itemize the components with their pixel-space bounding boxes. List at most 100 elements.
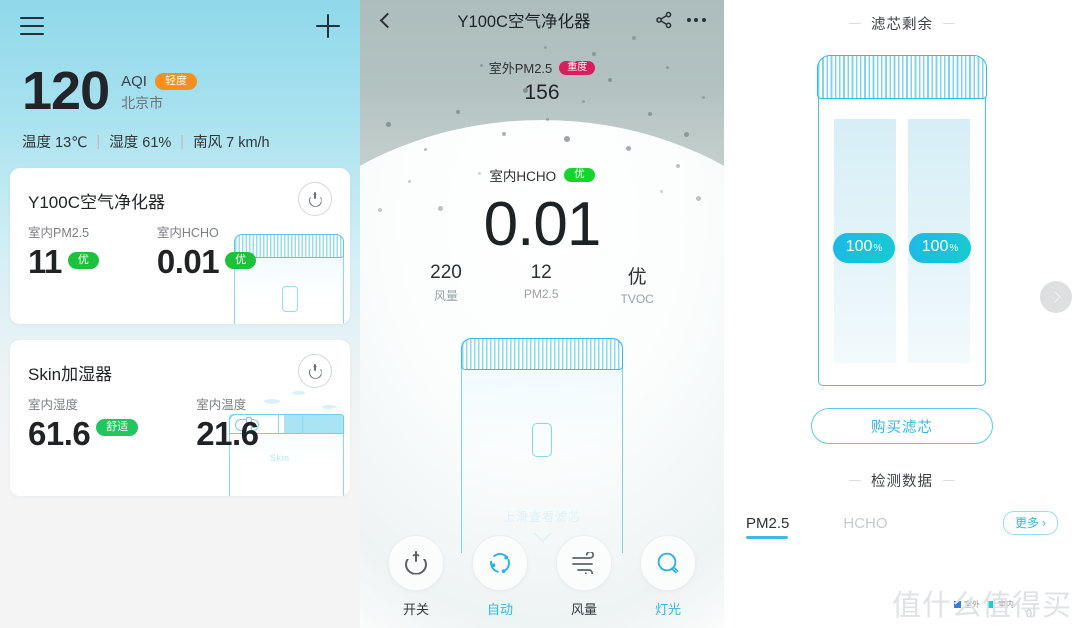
buy-filter-button[interactable]: 购买滤芯 — [811, 408, 993, 444]
aqi-city: 北京市 — [121, 95, 164, 112]
filter-illustration: 100% 100% — [817, 55, 987, 386]
stat-key: 风量 — [433, 289, 458, 304]
legend-swatch — [988, 601, 995, 608]
divider-dash-left — [849, 22, 861, 25]
more-button[interactable]: 更多 › — [1002, 511, 1058, 535]
device-card-humidifier[interactable]: Skin Skin加湿器 室内湿度 61.6 舒适 室内温度 21.6 — [10, 340, 350, 497]
indoor-value: 0.01 — [483, 190, 602, 259]
indoor-reading: 室内HCHO 优 0.01 — [360, 165, 724, 260]
data-chart: 室外 室内 0 — [724, 576, 1080, 628]
detail-topbar: Y100C空气净化器 — [360, 0, 724, 40]
metric-value: 21.6 — [196, 415, 259, 453]
legend-label: 室内 — [998, 600, 1014, 609]
aqi-level-badge: 轻度 — [154, 73, 197, 91]
filter-panel: 滤芯剩余 100% 100% 购买滤芯 检测数据 PM2.5 HCHO 更多 ›… — [724, 0, 1080, 628]
device-card-purifier[interactable]: Y100C空气净化器 室内PM2.5 11 优 室内HCHO 0.01 优 — [10, 168, 350, 325]
metric-value: 0.01 — [156, 243, 220, 281]
filter-percent-right: 100% — [909, 233, 971, 263]
divider-dash-right — [943, 479, 955, 482]
control-power[interactable]: 开关 — [385, 535, 447, 618]
metric-indoor-hcho: 室内HCHO 0.01 优 — [156, 222, 257, 281]
light-icon — [640, 535, 696, 591]
chevron-right-icon: › — [1042, 515, 1046, 530]
fan-speed-icon — [556, 535, 612, 591]
metric-indoor-temperature: 室内温度 21.6 — [196, 394, 259, 453]
home-panel: 120 AQI 轻度 北京市 温度 13℃ | 湿度 61% | 南风 7 km… — [0, 0, 360, 628]
chart-legend: 室外 室内 — [954, 599, 1014, 610]
chart-zero-label: 0 — [1025, 608, 1032, 620]
metric-value: 61.6 — [28, 415, 91, 453]
screen: 120 AQI 轻度 北京市 温度 13℃ | 湿度 61% | 南风 7 km… — [0, 0, 1080, 628]
more-dots-icon[interactable] — [686, 18, 706, 22]
legend-item-outdoor: 室外 — [954, 599, 980, 610]
filter-percent-unit: % — [873, 243, 883, 254]
stat-value: 12 — [530, 262, 552, 284]
filter-section-title: 滤芯剩余 — [871, 17, 933, 33]
control-label: 灯光 — [654, 602, 681, 617]
metric-value: 11 — [28, 243, 62, 281]
power-icon[interactable] — [298, 182, 332, 217]
data-section-header: 检测数据 — [724, 470, 1080, 491]
filter-section-header: 滤芯剩余 — [724, 13, 1080, 34]
stat-value: 优 — [627, 267, 647, 289]
power-icon[interactable] — [298, 354, 332, 389]
metric-label: 室内温度 — [196, 398, 247, 413]
control-label: 开关 — [402, 602, 429, 617]
humidifier-brand-mark: Skin — [270, 453, 290, 464]
back-arrow-icon[interactable] — [379, 12, 396, 28]
weather-line: 温度 13℃ | 湿度 61% | 南风 7 km/h — [22, 131, 338, 152]
stat-airflow: 220 风量 — [430, 262, 462, 306]
outdoor-label: 室外PM2.5 — [488, 61, 553, 76]
metric-badge: 舒适 — [96, 419, 139, 437]
legend-swatch — [954, 601, 961, 608]
filter-percent-value: 100 — [921, 238, 949, 255]
hamburger-icon[interactable] — [20, 17, 44, 35]
tab-hcho[interactable]: HCHO — [843, 515, 887, 539]
tab-pm25[interactable]: PM2.5 — [746, 515, 789, 539]
stat-value: 220 — [430, 262, 462, 284]
aqi-value: 120 — [22, 61, 110, 121]
stat-tvoc: 优 TVOC — [621, 262, 654, 306]
more-label: 更多 — [1014, 516, 1039, 530]
stat-pm25: 12 PM2.5 — [524, 262, 559, 306]
data-section-title: 检测数据 — [871, 474, 933, 490]
divider-dash-right — [943, 22, 955, 25]
metric-indoor-pm25: 室内PM2.5 11 优 — [28, 222, 99, 281]
stats-row: 220 风量 12 PM2.5 优 TVOC — [360, 262, 724, 306]
legend-label: 室外 — [964, 600, 980, 609]
indoor-level-badge: 优 — [564, 167, 595, 183]
device-card-title: Skin加湿器 — [28, 365, 113, 385]
device-metrics: 室内湿度 61.6 舒适 室内温度 21.6 — [28, 394, 259, 453]
plus-icon[interactable] — [316, 14, 340, 38]
indoor-label: 室内HCHO — [489, 169, 557, 184]
control-bar: 开关 自动 风量 灯光 — [360, 535, 724, 618]
weather-temperature: 温度 13℃ — [22, 135, 88, 152]
legend-item-indoor: 室内 — [988, 599, 1014, 610]
aqi-label: AQI — [121, 73, 147, 91]
stat-key: PM2.5 — [523, 287, 559, 302]
metric-badge: 优 — [225, 252, 257, 270]
outdoor-reading: 室外PM2.5 重度 156 — [360, 58, 724, 105]
weather-wind: 南风 7 km/h — [193, 135, 270, 152]
device-card-title: Y100C空气净化器 — [28, 193, 165, 213]
outdoor-value: 156 — [524, 81, 560, 104]
control-fan-speed[interactable]: 风量 — [553, 535, 615, 618]
control-label: 风量 — [570, 602, 597, 617]
share-icon[interactable] — [655, 11, 673, 29]
control-light[interactable]: 灯光 — [637, 535, 699, 618]
aqi-summary: 120 AQI 轻度 北京市 — [0, 52, 360, 121]
outdoor-level-badge: 重度 — [559, 60, 596, 75]
metric-badge: 优 — [67, 252, 99, 270]
filter-percent-value: 100 — [845, 238, 873, 255]
detail-title: Y100C空气净化器 — [457, 13, 591, 31]
auto-mode-icon — [472, 535, 528, 591]
filter-percent-left: 100% — [833, 233, 895, 263]
chevron-right-icon[interactable] — [1040, 281, 1072, 313]
stat-key: TVOC — [620, 292, 654, 307]
metric-label: 室内PM2.5 — [28, 226, 90, 241]
control-auto[interactable]: 自动 — [469, 535, 531, 618]
metric-label: 室内HCHO — [156, 226, 219, 241]
weather-humidity: 湿度 61% — [109, 135, 172, 152]
control-label: 自动 — [486, 602, 513, 617]
device-detail-panel: Y100C空气净化器 室外PM2.5 重度 156 室内HCHO 优 0.01 … — [360, 0, 724, 628]
